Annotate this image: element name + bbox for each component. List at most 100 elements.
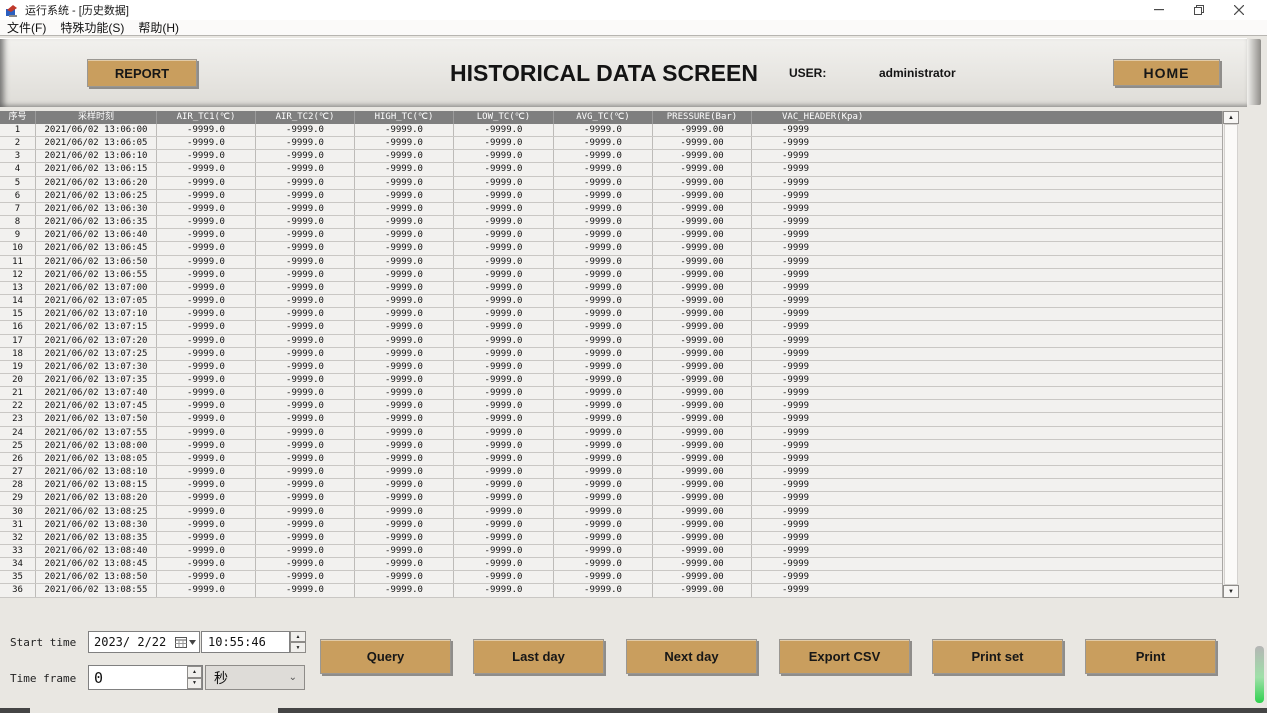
table-cell: -9999.0: [355, 413, 454, 425]
table-row[interactable]: 12021/06/02 13:06:00-9999.0-9999.0-9999.…: [0, 124, 1222, 137]
table-cell: -9999.0: [256, 269, 355, 281]
time-spin-up-icon[interactable]: ▲: [290, 631, 306, 642]
table-row[interactable]: 202021/06/02 13:07:35-9999.0-9999.0-9999…: [0, 374, 1222, 387]
table-cell: -9999.0: [454, 190, 554, 202]
table-cell: -9999.0: [157, 374, 256, 386]
table-row[interactable]: 252021/06/02 13:08:00-9999.0-9999.0-9999…: [0, 440, 1222, 453]
table-cell: -9999.0: [355, 479, 454, 491]
table-row[interactable]: 222021/06/02 13:07:45-9999.0-9999.0-9999…: [0, 400, 1222, 413]
menu-item-1[interactable]: 特殊功能(S): [53, 19, 131, 36]
next-day-button[interactable]: Next day: [626, 639, 757, 674]
restore-button[interactable]: [1179, 0, 1219, 20]
table-row[interactable]: 112021/06/02 13:06:50-9999.0-9999.0-9999…: [0, 256, 1222, 269]
table-row[interactable]: 52021/06/02 13:06:20-9999.0-9999.0-9999.…: [0, 177, 1222, 190]
table-cell: 16: [0, 321, 36, 333]
table-row[interactable]: 342021/06/02 13:08:45-9999.0-9999.0-9999…: [0, 558, 1222, 571]
table-row[interactable]: 172021/06/02 13:07:20-9999.0-9999.0-9999…: [0, 335, 1222, 348]
scroll-down-icon[interactable]: ▼: [1223, 585, 1239, 598]
query-button[interactable]: Query: [320, 639, 451, 674]
table-cell: -9999.00: [653, 308, 752, 320]
table-row[interactable]: 262021/06/02 13:08:05-9999.0-9999.0-9999…: [0, 453, 1222, 466]
table-row[interactable]: 92021/06/02 13:06:40-9999.0-9999.0-9999.…: [0, 229, 1222, 242]
table-cell: -9999.0: [256, 532, 355, 544]
frame-spin-down-icon[interactable]: ▼: [187, 678, 202, 690]
window-scrollbar-thumb-top[interactable]: [1247, 39, 1261, 105]
close-button[interactable]: [1219, 0, 1259, 20]
table-scrollbar[interactable]: ▲ ▼: [1222, 111, 1238, 598]
table-cell: 2021/06/02 13:06:15: [36, 163, 157, 175]
time-frame-input[interactable]: 0: [88, 665, 203, 690]
table-cell: 2021/06/02 13:08:55: [36, 584, 157, 596]
table-row[interactable]: 352021/06/02 13:08:50-9999.0-9999.0-9999…: [0, 571, 1222, 584]
table-row[interactable]: 232021/06/02 13:07:50-9999.0-9999.0-9999…: [0, 413, 1222, 426]
table-row[interactable]: 82021/06/02 13:06:35-9999.0-9999.0-9999.…: [0, 216, 1222, 229]
table-row[interactable]: 332021/06/02 13:08:40-9999.0-9999.0-9999…: [0, 545, 1222, 558]
table-cell: -9999: [752, 256, 1222, 268]
table-cell: -9999.0: [256, 571, 355, 583]
table-cell: -9999.0: [157, 229, 256, 241]
print-button[interactable]: Print: [1085, 639, 1216, 674]
menu-item-2[interactable]: 帮助(H): [131, 19, 186, 36]
table-cell: -9999.0: [355, 190, 454, 202]
table-cell: -9999.0: [454, 387, 554, 399]
window-scrollbar-thumb-green[interactable]: [1255, 646, 1264, 703]
table-cell: -9999.00: [653, 163, 752, 175]
table-cell: -9999.0: [355, 163, 454, 175]
table-cell: -9999.0: [554, 400, 653, 412]
table-cell: -9999: [752, 387, 1222, 399]
table-row[interactable]: 162021/06/02 13:07:15-9999.0-9999.0-9999…: [0, 321, 1222, 334]
table-cell: -9999: [752, 269, 1222, 281]
table-cell: -9999.0: [157, 453, 256, 465]
start-date-input[interactable]: 2023/ 2/22: [88, 631, 200, 653]
table-row[interactable]: 292021/06/02 13:08:20-9999.0-9999.0-9999…: [0, 492, 1222, 505]
scrollbar-thumb[interactable]: [1224, 124, 1238, 585]
table-cell: -9999: [752, 177, 1222, 189]
minimize-button[interactable]: [1139, 0, 1179, 20]
table-cell: -9999.0: [256, 163, 355, 175]
start-time-input[interactable]: 10:55:46: [201, 631, 290, 653]
table-row[interactable]: 142021/06/02 13:07:05-9999.0-9999.0-9999…: [0, 295, 1222, 308]
time-unit-select[interactable]: 秒 ⌄: [205, 665, 305, 690]
export-csv-button[interactable]: Export CSV: [779, 639, 910, 674]
table-row[interactable]: 362021/06/02 13:08:55-9999.0-9999.0-9999…: [0, 584, 1222, 597]
scroll-up-icon[interactable]: ▲: [1223, 111, 1239, 124]
time-spin-down-icon[interactable]: ▼: [290, 642, 306, 653]
table-row[interactable]: 152021/06/02 13:07:10-9999.0-9999.0-9999…: [0, 308, 1222, 321]
table-cell: -9999.0: [157, 335, 256, 347]
table-row[interactable]: 302021/06/02 13:08:25-9999.0-9999.0-9999…: [0, 506, 1222, 519]
table-row[interactable]: 22021/06/02 13:06:05-9999.0-9999.0-9999.…: [0, 137, 1222, 150]
table-cell: -9999.0: [554, 177, 653, 189]
table-row[interactable]: 122021/06/02 13:06:55-9999.0-9999.0-9999…: [0, 269, 1222, 282]
last-day-button[interactable]: Last day: [473, 639, 604, 674]
table-row[interactable]: 132021/06/02 13:07:00-9999.0-9999.0-9999…: [0, 282, 1222, 295]
user-name: administrator: [879, 66, 956, 80]
table-row[interactable]: 102021/06/02 13:06:45-9999.0-9999.0-9999…: [0, 242, 1222, 255]
table-row[interactable]: 322021/06/02 13:08:35-9999.0-9999.0-9999…: [0, 532, 1222, 545]
table-row[interactable]: 182021/06/02 13:07:25-9999.0-9999.0-9999…: [0, 348, 1222, 361]
table-row[interactable]: 72021/06/02 13:06:30-9999.0-9999.0-9999.…: [0, 203, 1222, 216]
table-row[interactable]: 212021/06/02 13:07:40-9999.0-9999.0-9999…: [0, 387, 1222, 400]
date-dropdown-icon[interactable]: [189, 640, 196, 645]
table-row[interactable]: 32021/06/02 13:06:10-9999.0-9999.0-9999.…: [0, 150, 1222, 163]
table-cell: -9999.0: [454, 229, 554, 241]
column-header: AVG_TC(℃): [554, 111, 653, 124]
table-cell: 2021/06/02 13:07:30: [36, 361, 157, 373]
table-row[interactable]: 192021/06/02 13:07:30-9999.0-9999.0-9999…: [0, 361, 1222, 374]
print-set-button[interactable]: Print set: [932, 639, 1063, 674]
home-button[interactable]: HOME: [1113, 59, 1220, 86]
table-row[interactable]: 312021/06/02 13:08:30-9999.0-9999.0-9999…: [0, 519, 1222, 532]
frame-spin-up-icon[interactable]: ▲: [187, 666, 202, 678]
table-row[interactable]: 62021/06/02 13:06:25-9999.0-9999.0-9999.…: [0, 190, 1222, 203]
table-cell: 2021/06/02 13:08:45: [36, 558, 157, 570]
table-row[interactable]: 242021/06/02 13:07:55-9999.0-9999.0-9999…: [0, 427, 1222, 440]
table-row[interactable]: 42021/06/02 13:06:15-9999.0-9999.0-9999.…: [0, 163, 1222, 176]
table-row[interactable]: 272021/06/02 13:08:10-9999.0-9999.0-9999…: [0, 466, 1222, 479]
table-cell: -9999: [752, 282, 1222, 294]
report-button[interactable]: REPORT: [87, 59, 197, 87]
menu-item-0[interactable]: 文件(F): [0, 19, 53, 36]
table-cell: 26: [0, 453, 36, 465]
table-cell: 2: [0, 137, 36, 149]
table-cell: -9999.0: [554, 558, 653, 570]
calendar-icon[interactable]: [175, 636, 187, 648]
table-row[interactable]: 282021/06/02 13:08:15-9999.0-9999.0-9999…: [0, 479, 1222, 492]
